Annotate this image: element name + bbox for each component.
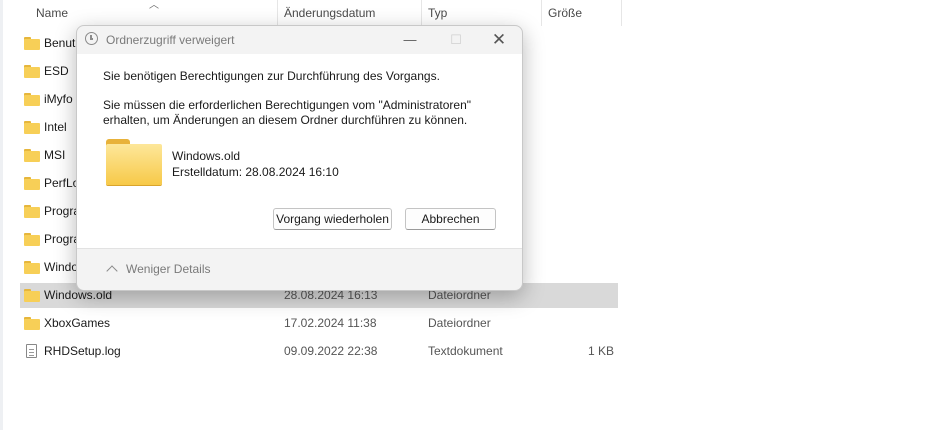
folder-created-date: Erstelldatum: 28.08.2024 16:10 [172, 165, 339, 179]
text-file-icon [26, 344, 37, 358]
folder-icon [24, 205, 40, 218]
table-row[interactable]: XboxGames 17.02.2024 11:38 Dateiordner [20, 311, 618, 336]
file-size [550, 31, 614, 56]
folder-icon [24, 233, 40, 246]
retry-button[interactable]: Vorgang wiederholen [273, 208, 392, 230]
dialog-detail-text: Sie müssen die erforderlichen Berechtigu… [103, 98, 472, 127]
dialog-divider [77, 248, 522, 249]
clock-icon [85, 32, 98, 45]
column-header-date[interactable]: Änderungsdatum [277, 0, 421, 26]
sort-ascending-icon: ︿ [149, 0, 159, 11]
table-row[interactable]: RHDSetup.log 09.09.2022 22:38 Textdokument… [20, 339, 618, 364]
file-size [550, 311, 614, 336]
folder-icon [24, 317, 40, 330]
column-header-size[interactable]: Größe [541, 0, 621, 26]
dialog-message: Sie benötigen Berechtigungen zur Durchfü… [103, 69, 440, 83]
minimize-icon: — [403, 32, 417, 47]
file-size [550, 87, 614, 112]
folder-icon [24, 177, 40, 190]
file-type: Dateiordner [428, 316, 491, 330]
folder-icon [24, 121, 40, 134]
folder-icon [24, 261, 40, 274]
dialog-title: Ordnerzugriff verweigert [106, 33, 235, 47]
access-denied-dialog: Ordnerzugriff verweigert — ☐ ✕ Sie benöt… [76, 25, 523, 291]
dialog-content: Sie benötigen Berechtigungen zur Durchfü… [77, 54, 522, 248]
folder-name: Windows.old [172, 149, 241, 163]
close-button[interactable]: ✕ [476, 26, 522, 54]
dialog-titlebar[interactable]: Ordnerzugriff verweigert — ☐ ✕ [77, 26, 522, 54]
file-name: XboxGames [44, 316, 111, 330]
file-size [550, 59, 614, 84]
folder-icon [24, 149, 40, 162]
column-divider[interactable] [621, 0, 622, 26]
file-size [550, 227, 614, 252]
maximize-icon: ☐ [450, 32, 462, 47]
chevron-up-icon [106, 265, 118, 277]
file-size [550, 171, 614, 196]
file-name: RHDSetup.log [44, 344, 121, 358]
details-toggle[interactable]: Weniger Details [105, 256, 210, 282]
minimize-button[interactable]: — [387, 26, 433, 54]
file-size [550, 115, 614, 140]
file-date: 17.02.2024 11:38 [284, 316, 377, 330]
file-type: Textdokument [428, 344, 503, 358]
close-icon: ✕ [491, 30, 507, 49]
file-date: 09.09.2022 22:38 [284, 344, 378, 358]
file-size [550, 255, 614, 280]
folder-icon [24, 93, 40, 106]
file-size [550, 143, 614, 168]
maximize-button: ☐ [433, 26, 479, 54]
folder-icon [24, 289, 40, 302]
file-size [550, 199, 614, 224]
details-toggle-label: Weniger Details [126, 262, 211, 276]
folder-icon [24, 65, 40, 78]
folder-icon [106, 139, 162, 185]
folder-icon [24, 37, 40, 50]
column-header-type[interactable]: Typ [421, 0, 541, 26]
file-size: 1 KB [587, 344, 614, 358]
file-size [550, 283, 614, 308]
column-header-bar: Name ︿ Änderungsdatum Typ Größe [0, 0, 622, 26]
cancel-button[interactable]: Abbrechen [405, 208, 496, 230]
